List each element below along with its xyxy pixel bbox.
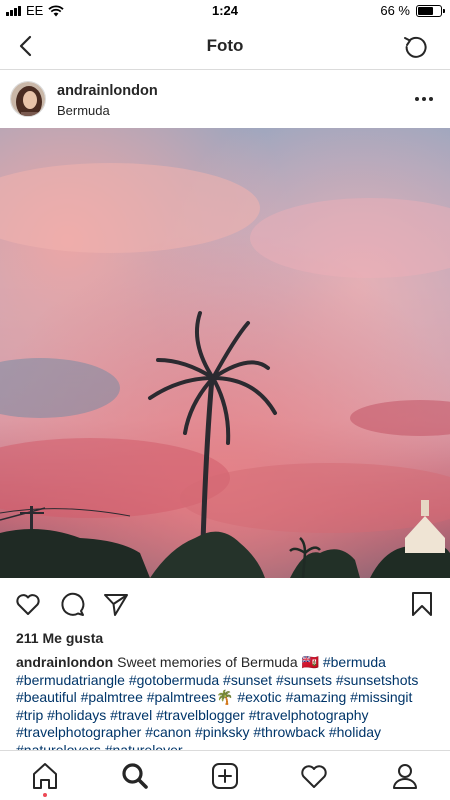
bottom-tab-bar bbox=[0, 750, 450, 800]
caption-hashtags[interactable]: #bermudatriangle #gotobermuda #sunset #s… bbox=[16, 672, 418, 758]
send-icon[interactable] bbox=[102, 590, 130, 618]
sunset-palm-photo bbox=[0, 128, 450, 578]
caption-hashtag[interactable]: #bermuda bbox=[323, 654, 386, 670]
profile-icon[interactable] bbox=[390, 761, 420, 791]
status-bar: EE 1:24 66 % bbox=[0, 0, 450, 22]
battery-icon bbox=[416, 4, 445, 17]
post-photo[interactable] bbox=[0, 128, 450, 578]
post-location[interactable]: Bermuda bbox=[57, 103, 110, 118]
post-username[interactable]: andrainlondon bbox=[57, 83, 158, 99]
post-caption: andrainlondon Sweet memories of Bermuda … bbox=[16, 654, 436, 759]
home-icon[interactable] bbox=[30, 761, 60, 791]
battery-percent: 66 % bbox=[380, 3, 410, 18]
heart-icon[interactable] bbox=[14, 590, 42, 618]
post-header: andrainlondon Bermuda bbox=[0, 71, 450, 127]
add-post-icon[interactable] bbox=[210, 761, 240, 791]
bookmark-icon[interactable] bbox=[408, 590, 436, 618]
caption-username[interactable]: andrainlondon bbox=[16, 654, 113, 670]
battery-level bbox=[418, 6, 433, 15]
likes-count[interactable]: 211 Me gusta bbox=[16, 630, 103, 646]
caption-text: Sweet memories of Bermuda 🇧🇲 bbox=[117, 654, 319, 670]
status-right: 66 % bbox=[380, 3, 445, 18]
nav-header: Foto bbox=[0, 22, 450, 70]
activity-heart-icon[interactable] bbox=[299, 761, 329, 791]
comment-icon[interactable] bbox=[58, 590, 86, 618]
page-title: Foto bbox=[206, 36, 244, 55]
more-horizontal-icon[interactable] bbox=[412, 87, 436, 111]
search-icon[interactable] bbox=[120, 761, 150, 791]
post-actions bbox=[0, 586, 450, 622]
refresh-icon[interactable] bbox=[400, 30, 432, 62]
notification-dot bbox=[43, 793, 47, 797]
avatar[interactable] bbox=[10, 81, 46, 117]
